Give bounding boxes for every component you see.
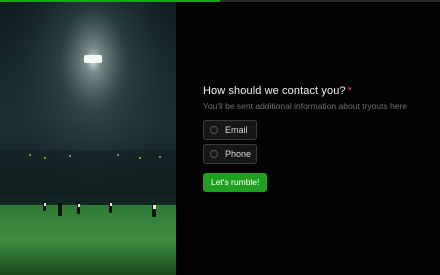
question-title-text: How should we contact you? bbox=[203, 85, 346, 97]
submit-button[interactable]: Let's rumble! bbox=[203, 173, 268, 192]
radio-circle-icon bbox=[210, 150, 218, 158]
choice-phone[interactable]: Phone bbox=[203, 144, 257, 164]
question-subtitle: You'll be sent additional information ab… bbox=[203, 101, 408, 111]
choice-email-label: Email bbox=[225, 125, 248, 135]
floodlit-field-illustration bbox=[0, 0, 176, 275]
hero-photo bbox=[0, 0, 176, 275]
contact-question-form: How should we contact you? * You'll be se… bbox=[203, 84, 423, 192]
floodlight bbox=[84, 55, 102, 63]
required-marker: * bbox=[347, 85, 353, 97]
choice-list: Email Phone bbox=[203, 120, 423, 164]
progress-bar-fill bbox=[0, 0, 220, 2]
radio-circle-icon bbox=[210, 126, 218, 134]
choice-phone-label: Phone bbox=[225, 149, 252, 159]
question-title: How should we contact you? * bbox=[203, 84, 423, 98]
progress-bar bbox=[0, 0, 440, 2]
choice-email[interactable]: Email bbox=[203, 120, 257, 140]
